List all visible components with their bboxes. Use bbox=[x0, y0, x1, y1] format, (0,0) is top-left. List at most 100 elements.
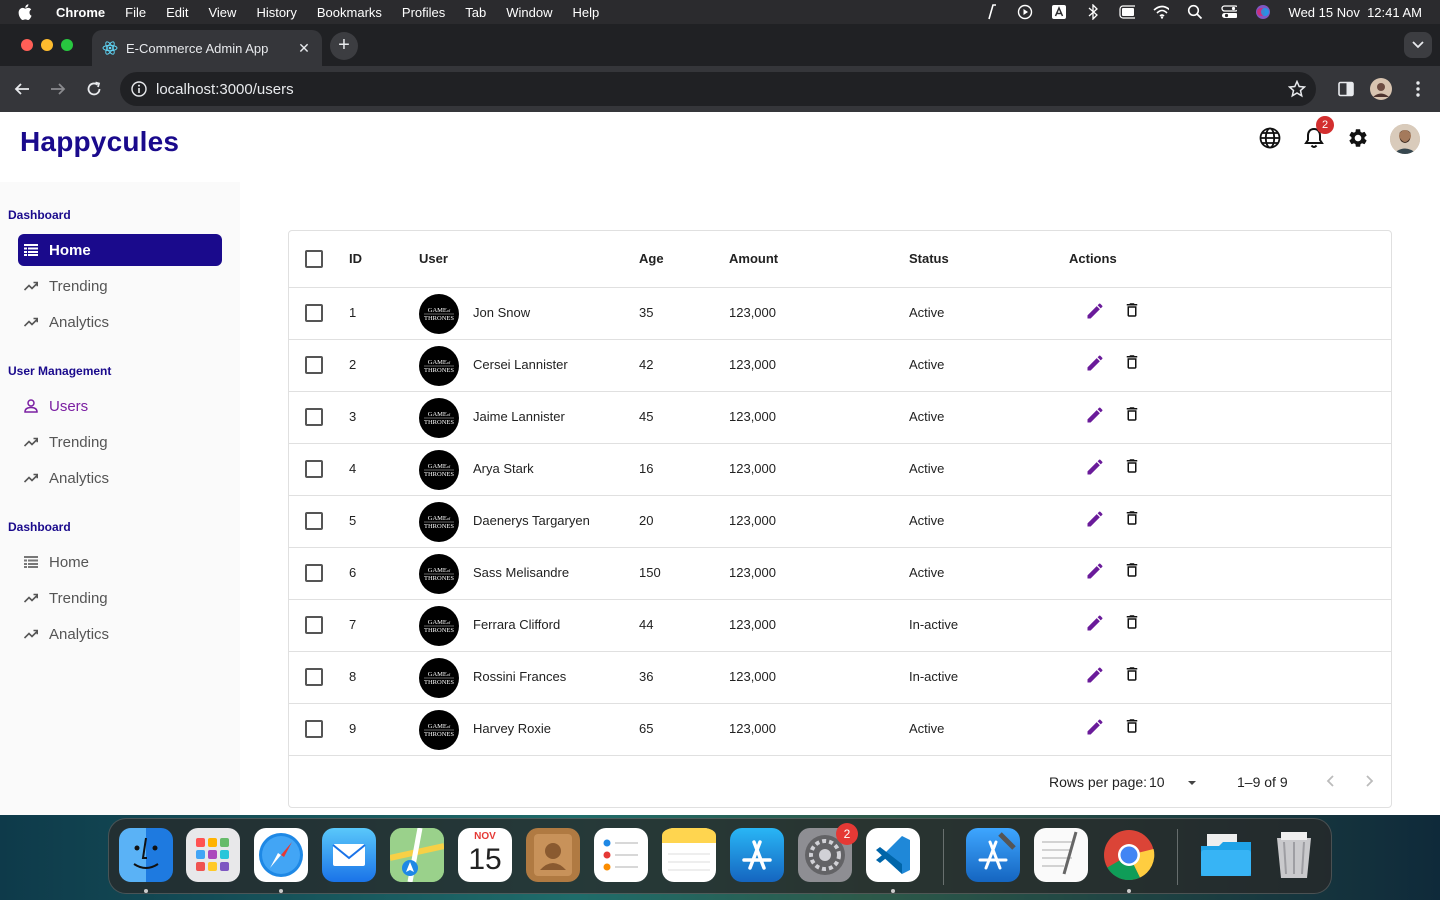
sidebar-item-users[interactable]: Users bbox=[18, 390, 222, 422]
row-checkbox[interactable] bbox=[305, 460, 323, 478]
reminders-app-icon[interactable] bbox=[594, 828, 648, 882]
textedit-app-icon[interactable] bbox=[1034, 828, 1088, 882]
delete-trash-icon[interactable] bbox=[1123, 612, 1143, 634]
siri-icon[interactable] bbox=[1255, 4, 1271, 20]
downloads-folder-icon[interactable] bbox=[1199, 828, 1253, 882]
edit-pencil-icon[interactable] bbox=[1085, 613, 1107, 635]
edit-pencil-icon[interactable] bbox=[1085, 509, 1107, 531]
launchpad-app-icon[interactable] bbox=[186, 828, 240, 882]
wifi-icon[interactable] bbox=[1153, 4, 1169, 20]
caret-down-icon[interactable] bbox=[1185, 776, 1199, 790]
delete-trash-icon[interactable] bbox=[1123, 560, 1143, 582]
play-circle-icon[interactable] bbox=[1017, 4, 1033, 20]
menubar-datetime[interactable]: Wed 15 Nov 12:41 AM bbox=[1289, 5, 1422, 20]
delete-trash-icon[interactable] bbox=[1123, 404, 1143, 426]
sidebar-item-trending[interactable]: Trending bbox=[18, 270, 222, 302]
table-row[interactable]: 6 GAMEof THRONES Sass Melisandre 150 123… bbox=[289, 547, 1391, 599]
address-bar[interactable]: localhost:3000/users bbox=[120, 72, 1316, 106]
row-checkbox[interactable] bbox=[305, 356, 323, 374]
back-arrow-icon[interactable] bbox=[11, 78, 33, 100]
safari-app-icon[interactable] bbox=[254, 828, 308, 882]
browser-tab[interactable]: E-Commerce Admin App ✕ bbox=[92, 30, 322, 66]
new-tab-button[interactable]: + bbox=[330, 32, 358, 60]
tab-close-icon[interactable]: ✕ bbox=[296, 40, 312, 56]
contacts-app-icon[interactable] bbox=[526, 828, 580, 882]
row-checkbox[interactable] bbox=[305, 564, 323, 582]
chrome-menu-icon[interactable] bbox=[1407, 78, 1429, 100]
mail-app-icon[interactable] bbox=[322, 828, 376, 882]
row-checkbox[interactable] bbox=[305, 512, 323, 530]
table-row[interactable]: 7 GAMEof THRONES Ferrara Clifford 44 123… bbox=[289, 599, 1391, 651]
column-header-id[interactable]: ID bbox=[349, 251, 362, 266]
sidebar-item-analytics[interactable]: Analytics bbox=[18, 462, 222, 494]
table-row[interactable]: 4 GAMEof THRONES Arya Stark 16 123,000 A… bbox=[289, 443, 1391, 495]
trash-icon[interactable] bbox=[1267, 828, 1321, 882]
xcode-app-icon[interactable] bbox=[966, 828, 1020, 882]
menu-window[interactable]: Window bbox=[506, 5, 552, 20]
column-header-user[interactable]: User bbox=[419, 251, 448, 266]
input-source-icon[interactable] bbox=[1051, 4, 1067, 20]
window-minimize-button[interactable] bbox=[41, 39, 53, 51]
bookmark-star-icon[interactable] bbox=[1287, 79, 1307, 98]
column-header-amount[interactable]: Amount bbox=[729, 251, 778, 266]
delete-trash-icon[interactable] bbox=[1123, 300, 1143, 322]
spotlight-search-icon[interactable] bbox=[1187, 4, 1203, 20]
delete-trash-icon[interactable] bbox=[1123, 716, 1143, 738]
table-row[interactable]: 3 GAMEof THRONES Jaime Lannister 45 123,… bbox=[289, 391, 1391, 443]
delete-trash-icon[interactable] bbox=[1123, 664, 1143, 686]
column-header-age[interactable]: Age bbox=[639, 251, 664, 266]
table-row[interactable]: 9 GAMEof THRONES Harvey Roxie 65 123,000… bbox=[289, 703, 1391, 755]
menu-view[interactable]: View bbox=[208, 5, 236, 20]
edit-pencil-icon[interactable] bbox=[1085, 561, 1107, 583]
finder-app-icon[interactable] bbox=[119, 828, 173, 882]
edit-pencil-icon[interactable] bbox=[1085, 353, 1107, 375]
edit-pencil-icon[interactable] bbox=[1085, 717, 1107, 739]
sidebar-item-home[interactable]: Home bbox=[18, 234, 222, 266]
profile-avatar-icon[interactable] bbox=[1370, 78, 1392, 100]
row-checkbox[interactable] bbox=[305, 616, 323, 634]
delete-trash-icon[interactable] bbox=[1123, 508, 1143, 530]
forward-arrow-icon[interactable] bbox=[47, 78, 69, 100]
sidebar-item-home[interactable]: Home bbox=[18, 546, 222, 578]
menu-help[interactable]: Help bbox=[573, 5, 600, 20]
rows-per-page-select[interactable]: 10 bbox=[1149, 774, 1165, 790]
menu-profiles[interactable]: Profiles bbox=[402, 5, 445, 20]
bluetooth-icon[interactable] bbox=[1085, 4, 1101, 20]
window-zoom-button[interactable] bbox=[61, 39, 73, 51]
row-checkbox[interactable] bbox=[305, 668, 323, 686]
language-globe-icon[interactable] bbox=[1258, 126, 1282, 150]
column-header-status[interactable]: Status bbox=[909, 251, 949, 266]
table-row[interactable]: 1 GAMEof THRONES Jon Snow 35 123,000 Act… bbox=[289, 287, 1391, 339]
app-brand-logo[interactable]: Happycules bbox=[20, 126, 179, 158]
typora-icon[interactable] bbox=[983, 4, 999, 20]
menu-bookmarks[interactable]: Bookmarks bbox=[317, 5, 382, 20]
table-row[interactable]: 5 GAMEof THRONES Daenerys Targaryen 20 1… bbox=[289, 495, 1391, 547]
apple-icon[interactable] bbox=[18, 4, 34, 20]
row-checkbox[interactable] bbox=[305, 408, 323, 426]
select-all-checkbox[interactable] bbox=[305, 250, 323, 268]
vscode-app-icon[interactable] bbox=[866, 828, 920, 882]
site-info-icon[interactable] bbox=[131, 81, 147, 97]
delete-trash-icon[interactable] bbox=[1123, 352, 1143, 374]
menu-edit[interactable]: Edit bbox=[166, 5, 188, 20]
calendar-app-icon[interactable]: NOV 15 bbox=[458, 828, 512, 882]
sidebar-item-trending[interactable]: Trending bbox=[18, 426, 222, 458]
battery-icon[interactable] bbox=[1118, 4, 1135, 20]
sidebar-item-trending[interactable]: Trending bbox=[18, 582, 222, 614]
control-center-icon[interactable] bbox=[1220, 4, 1237, 20]
notes-app-icon[interactable] bbox=[662, 828, 716, 882]
side-panel-icon[interactable] bbox=[1335, 78, 1357, 100]
table-row[interactable]: 8 GAMEof THRONES Rossini Frances 36 123,… bbox=[289, 651, 1391, 703]
edit-pencil-icon[interactable] bbox=[1085, 665, 1107, 687]
menu-history[interactable]: History bbox=[256, 5, 296, 20]
row-checkbox[interactable] bbox=[305, 304, 323, 322]
menu-tab[interactable]: Tab bbox=[465, 5, 486, 20]
settings-gear-icon[interactable] bbox=[1346, 126, 1370, 150]
table-row[interactable]: 2 GAMEof THRONES Cersei Lannister 42 123… bbox=[289, 339, 1391, 391]
row-checkbox[interactable] bbox=[305, 720, 323, 738]
edit-pencil-icon[interactable] bbox=[1085, 405, 1107, 427]
maps-app-icon[interactable] bbox=[389, 827, 445, 883]
edit-pencil-icon[interactable] bbox=[1085, 457, 1107, 479]
user-avatar[interactable] bbox=[1390, 124, 1420, 154]
sidebar-item-analytics[interactable]: Analytics bbox=[18, 306, 222, 338]
